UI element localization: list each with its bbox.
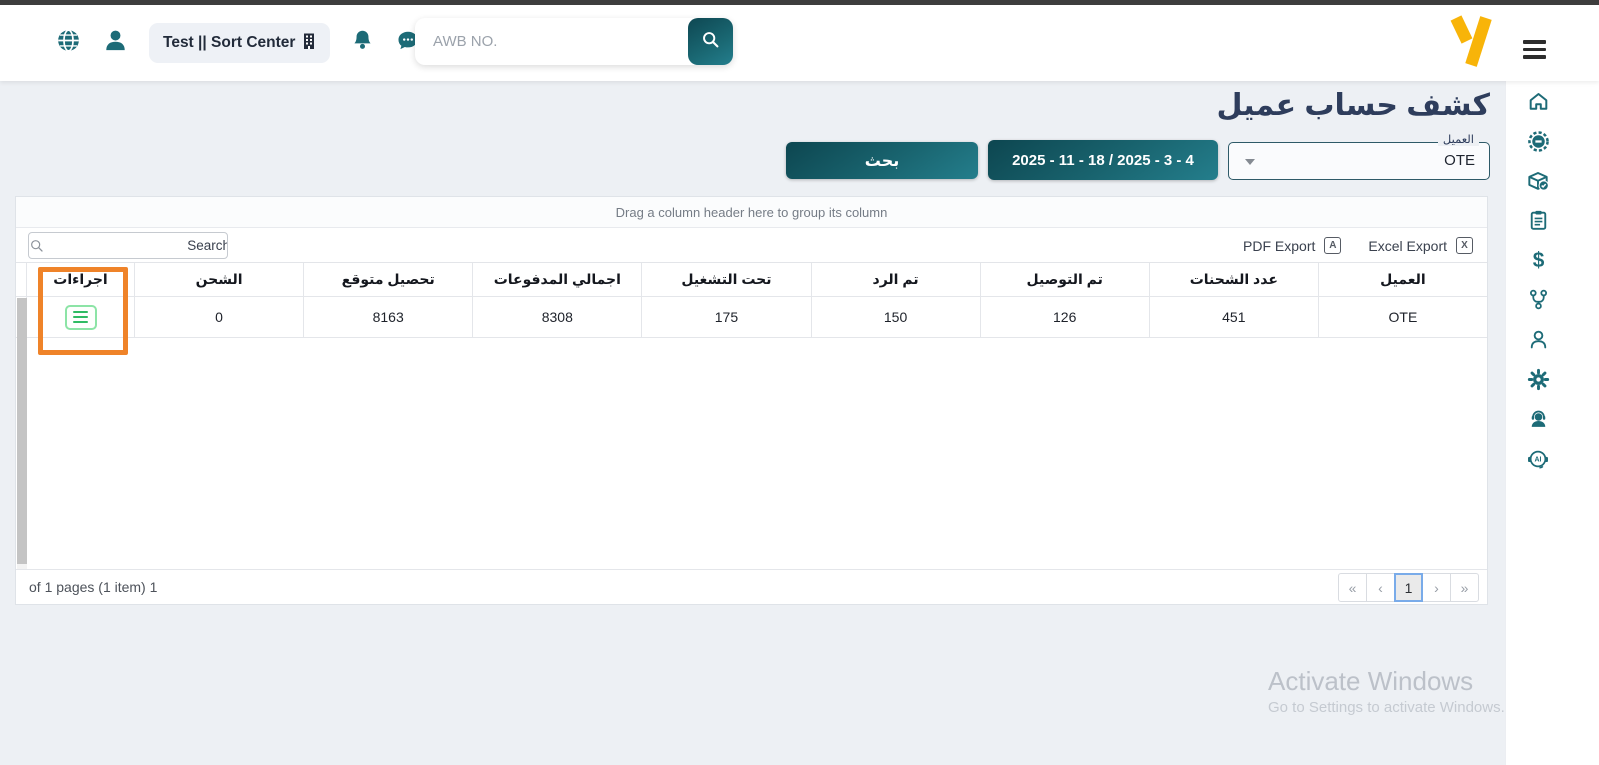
- group-by-hint[interactable]: Drag a column header here to group its c…: [16, 197, 1487, 228]
- top-strip: [0, 0, 1599, 5]
- column-header-shipping[interactable]: الشحن: [134, 263, 303, 296]
- cell-expected-collection: 8163: [303, 297, 472, 337]
- table-row: OTE 451 126 150 175 8308 8163 0: [16, 297, 1487, 338]
- watermark-line1: Activate Windows: [1268, 666, 1474, 696]
- client-select-value: OTE: [1444, 152, 1475, 169]
- home-icon: [1526, 89, 1551, 119]
- svg-text:$: $: [1532, 248, 1544, 271]
- brand-logo-v: [1444, 13, 1492, 76]
- dollar-icon: $: [1526, 248, 1551, 278]
- prev-page-button[interactable]: ‹: [1366, 573, 1395, 602]
- sidebar-item-finance[interactable]: $: [1506, 243, 1570, 283]
- awb-search-button[interactable]: [688, 18, 733, 65]
- activate-windows-watermark: Activate Windows Go to Settings to activ…: [1268, 666, 1505, 716]
- cell-total-payments: 8308: [472, 297, 641, 337]
- bell-icon[interactable]: [350, 28, 375, 58]
- pagination: « ‹ 1 › »: [1338, 573, 1479, 602]
- sidebar-item-profile[interactable]: [1506, 322, 1570, 362]
- user-icon[interactable]: [102, 27, 129, 59]
- grid-panel: Drag a column header here to group its c…: [15, 196, 1488, 605]
- excel-export-button[interactable]: Excel Export: [1368, 238, 1447, 254]
- sidebar-item-shipments[interactable]: [1506, 163, 1570, 203]
- support-agent-icon: [1526, 406, 1551, 436]
- grid-toolbar: PDF Export A Excel Export X: [16, 228, 1487, 263]
- pdf-icon[interactable]: A: [1324, 237, 1342, 254]
- column-header-shipments-count[interactable]: عدد الشحنات: [1148, 263, 1318, 296]
- cell-in-progress: 175: [641, 297, 810, 337]
- next-page-button[interactable]: ›: [1422, 573, 1451, 602]
- search-icon: [700, 29, 722, 54]
- cell-client: OTE: [1317, 297, 1487, 337]
- last-page-button[interactable]: »: [1450, 573, 1479, 602]
- sidebar: $ AI: [1505, 81, 1599, 765]
- person-icon: [1526, 327, 1551, 357]
- branch-icon: [1526, 287, 1551, 317]
- column-header-total-payments[interactable]: اجمالي المدفوعات: [472, 263, 641, 296]
- current-page-button[interactable]: 1: [1394, 573, 1423, 602]
- column-header-actions[interactable]: اجراءات: [26, 263, 134, 296]
- search-button[interactable]: بحث: [786, 142, 978, 179]
- gear-icon: [1526, 367, 1551, 397]
- awb-input[interactable]: [415, 18, 733, 65]
- topbar: Test || Sort Center: [0, 5, 1599, 81]
- cell-returned: 150: [810, 297, 980, 337]
- pager-summary: of 1 pages (1 item) 1: [29, 579, 158, 595]
- pager-bar: of 1 pages (1 item) 1 « ‹ 1 › »: [16, 569, 1487, 604]
- ai-assistant-icon: AI: [1525, 446, 1551, 477]
- svg-text:AI: AI: [1535, 456, 1542, 463]
- date-range-button[interactable]: 2025 - 11 - 18 / 2025 - 3 - 4: [988, 140, 1218, 180]
- column-header-in-progress[interactable]: تحت التشغيل: [641, 263, 810, 296]
- globe-icon[interactable]: [55, 27, 82, 59]
- excel-icon[interactable]: X: [1456, 237, 1473, 254]
- column-header-returned[interactable]: تم الرد: [810, 263, 980, 296]
- clipboard-icon: [1526, 208, 1551, 238]
- awb-search-group: [415, 18, 733, 65]
- package-check-icon: [1525, 168, 1551, 199]
- page-title: كشف حساب عميل: [1216, 89, 1490, 122]
- sidebar-item-workflow[interactable]: [1506, 282, 1570, 322]
- workspace-badge-label: Test || Sort Center: [163, 34, 296, 51]
- workspace-badge[interactable]: Test || Sort Center: [149, 23, 331, 63]
- watermark-line2: Go to Settings to activate Windows.: [1268, 699, 1505, 716]
- table-header-row: العميل عدد الشحنات تم التوصيل تم الرد تح…: [16, 263, 1487, 297]
- cell-shipments-count: 451: [1148, 297, 1318, 337]
- sidebar-item-home[interactable]: [1506, 84, 1570, 124]
- building-icon: [302, 33, 316, 54]
- column-header-delivered[interactable]: تم التوصيل: [979, 263, 1149, 296]
- sidebar-item-support[interactable]: [1506, 402, 1570, 442]
- column-header-client[interactable]: العميل: [1317, 263, 1487, 296]
- sidebar-item-modules[interactable]: [1506, 124, 1570, 164]
- client-select[interactable]: العميل OTE: [1228, 134, 1490, 180]
- pdf-export-button[interactable]: PDF Export: [1243, 238, 1315, 254]
- cell-delivered: 126: [979, 297, 1149, 337]
- cell-actions: [26, 297, 134, 337]
- grid-search-input[interactable]: [45, 233, 227, 258]
- menu-icon[interactable]: [1523, 40, 1546, 63]
- search-icon: [29, 233, 45, 258]
- gear-badge-icon: [1526, 129, 1551, 159]
- cell-shipping: 0: [134, 297, 303, 337]
- chevron-down-icon: [1245, 159, 1255, 165]
- row-actions-button[interactable]: [64, 304, 97, 330]
- column-header-expected-collection[interactable]: تحصيل متوقع: [303, 263, 472, 296]
- first-page-button[interactable]: «: [1338, 573, 1367, 602]
- sidebar-item-reports[interactable]: [1506, 203, 1570, 243]
- sidebar-item-settings[interactable]: [1506, 362, 1570, 402]
- vertical-scrollbar-thumb[interactable]: [17, 298, 27, 564]
- sidebar-item-ai-assistant[interactable]: AI: [1506, 441, 1570, 481]
- scrollbar-gutter: [16, 263, 26, 296]
- grid-search-box: [28, 232, 228, 259]
